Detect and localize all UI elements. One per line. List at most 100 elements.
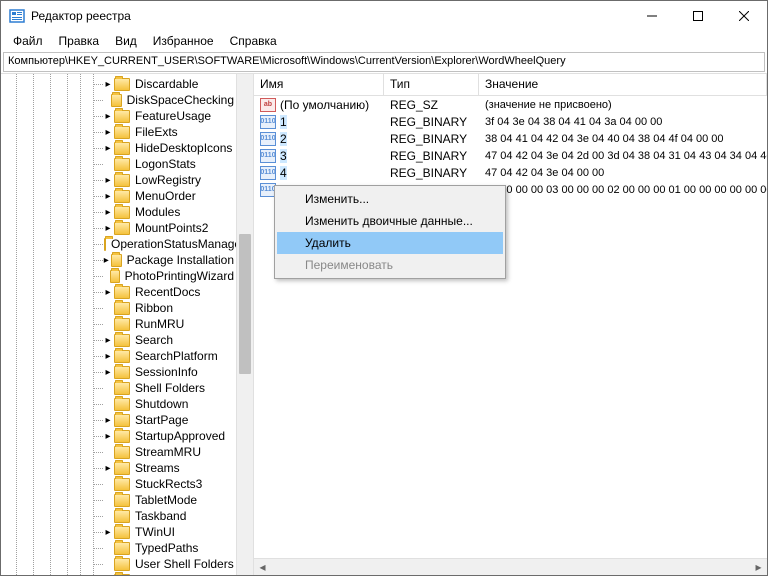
tree-item-label: OperationStatusManager	[109, 237, 236, 251]
menu-help[interactable]: Справка	[222, 32, 285, 50]
folder-icon	[110, 270, 120, 283]
tree-item-search[interactable]: ▸Search	[1, 332, 236, 348]
tree-item-label: Package Installation	[125, 253, 236, 267]
tree-item-package-installation[interactable]: ▸ Package Installation	[1, 252, 236, 268]
main-area: ▸DiscardableDiskSpaceChecking▸FeatureUsa…	[1, 73, 767, 575]
tree-item-diskspacechecking[interactable]: DiskSpaceChecking	[1, 92, 236, 108]
expander-icon[interactable]: ▸	[103, 367, 113, 377]
list-row[interactable]: 01103REG_BINARY47 04 42 04 3e 04 2d 00 3…	[254, 147, 767, 164]
list-h-scrollbar[interactable]: ◂ ▸	[254, 558, 767, 575]
tree-item-streams[interactable]: ▸Streams	[1, 460, 236, 476]
col-header-name[interactable]: Имя	[254, 74, 384, 95]
tree-item-streammru[interactable]: StreamMRU	[1, 444, 236, 460]
expander-icon[interactable]	[103, 383, 113, 393]
list-body[interactable]: ab(По умолчанию)REG_SZ(значение не присв…	[254, 96, 767, 558]
tree-item-featureusage[interactable]: ▸FeatureUsage	[1, 108, 236, 124]
tree-item-discardable[interactable]: ▸Discardable	[1, 76, 236, 92]
tree-item-typedpaths[interactable]: TypedPaths	[1, 540, 236, 556]
tree-item-lowregistry[interactable]: ▸LowRegistry	[1, 172, 236, 188]
expander-icon[interactable]: ▸	[103, 175, 113, 185]
expander-icon[interactable]: ▸	[103, 79, 113, 89]
tree-item-userassist[interactable]: ▸UserAssist	[1, 572, 236, 575]
folder-icon	[114, 206, 130, 219]
expander-icon[interactable]: ▸	[103, 431, 113, 441]
tree-item-user-shell-folders[interactable]: User Shell Folders	[1, 556, 236, 572]
expander-icon[interactable]: ▸	[103, 207, 113, 217]
expander-icon[interactable]: ▸	[103, 111, 113, 121]
expander-icon[interactable]: ▸	[103, 127, 113, 137]
value-name: (По умолчанию)	[280, 98, 369, 112]
tree-scrollbar[interactable]	[236, 74, 253, 575]
tree-item-tabletmode[interactable]: TabletMode	[1, 492, 236, 508]
tree-item-taskband[interactable]: Taskband	[1, 508, 236, 524]
tree-item-sessioninfo[interactable]: ▸SessionInfo	[1, 364, 236, 380]
tree-scroll[interactable]: ▸DiscardableDiskSpaceChecking▸FeatureUsa…	[1, 74, 236, 575]
cm-delete[interactable]: Удалить	[277, 232, 503, 254]
tree-item-label: StartupApproved	[133, 429, 227, 443]
expander-icon[interactable]	[103, 271, 109, 281]
minimize-button[interactable]	[629, 1, 675, 31]
expander-icon[interactable]	[103, 543, 113, 553]
list-row[interactable]: ab(По умолчанию)REG_SZ(значение не присв…	[254, 96, 767, 113]
tree-item-menuorder[interactable]: ▸MenuOrder	[1, 188, 236, 204]
list-row[interactable]: 01102REG_BINARY38 04 41 04 42 04 3e 04 4…	[254, 130, 767, 147]
expander-icon[interactable]	[103, 399, 113, 409]
scroll-right-icon[interactable]: ▸	[750, 559, 767, 576]
cm-rename[interactable]: Переименовать	[277, 254, 503, 276]
tree-item-operationstatusmanager[interactable]: OperationStatusManager	[1, 236, 236, 252]
expander-icon[interactable]: ▸	[103, 223, 113, 233]
expander-icon[interactable]	[103, 319, 113, 329]
expander-icon[interactable]: ▸	[103, 415, 113, 425]
cm-modify-binary[interactable]: Изменить двоичные данные...	[277, 210, 503, 232]
expander-icon[interactable]	[103, 559, 113, 569]
tree-item-shell-folders[interactable]: Shell Folders	[1, 380, 236, 396]
tree-item-label: StartPage	[133, 413, 190, 427]
cm-modify[interactable]: Изменить...	[277, 188, 503, 210]
col-header-type[interactable]: Тип	[384, 74, 479, 95]
tree-item-shutdown[interactable]: Shutdown	[1, 396, 236, 412]
col-header-value[interactable]: Значение	[479, 74, 767, 95]
close-button[interactable]	[721, 1, 767, 31]
expander-icon[interactable]: ▸	[103, 143, 113, 153]
expander-icon[interactable]	[103, 303, 113, 313]
expander-icon[interactable]	[103, 95, 110, 105]
list-row[interactable]: 01104REG_BINARY47 04 42 04 3e 04 00 00	[254, 164, 767, 181]
menu-file[interactable]: Файл	[5, 32, 51, 50]
expander-icon[interactable]: ▸	[103, 191, 113, 201]
tree-item-startpage[interactable]: ▸ StartPage	[1, 412, 236, 428]
tree-item-ribbon[interactable]: Ribbon	[1, 300, 236, 316]
expander-icon[interactable]	[103, 479, 113, 489]
list-row[interactable]: 01101REG_BINARY3f 04 3e 04 38 04 41 04 3…	[254, 113, 767, 130]
tree-item-searchplatform[interactable]: ▸SearchPlatform	[1, 348, 236, 364]
scrollbar-thumb[interactable]	[239, 234, 251, 374]
menu-favorites[interactable]: Избранное	[145, 32, 222, 50]
tree-item-modules[interactable]: ▸Modules	[1, 204, 236, 220]
tree-item-runmru[interactable]: RunMRU	[1, 316, 236, 332]
tree-item-fileexts[interactable]: ▸FileExts	[1, 124, 236, 140]
folder-icon	[114, 318, 130, 331]
tree-item-twinui[interactable]: ▸TWinUI	[1, 524, 236, 540]
expander-icon[interactable]: ▸	[103, 527, 113, 537]
menu-edit[interactable]: Правка	[51, 32, 108, 50]
maximize-button[interactable]	[675, 1, 721, 31]
expander-icon[interactable]: ▸	[103, 287, 113, 297]
tree-item-photoprintingwizard[interactable]: PhotoPrintingWizard	[1, 268, 236, 284]
expander-icon[interactable]	[103, 159, 113, 169]
address-bar[interactable]: Компьютер\HKEY_CURRENT_USER\SOFTWARE\Mic…	[3, 52, 765, 72]
tree-item-logonstats[interactable]: LogonStats	[1, 156, 236, 172]
scroll-left-icon[interactable]: ◂	[254, 559, 271, 576]
expander-icon[interactable]: ▸	[103, 463, 113, 473]
tree-item-recentdocs[interactable]: ▸RecentDocs	[1, 284, 236, 300]
expander-icon[interactable]	[103, 495, 113, 505]
tree-item-mountpoints2[interactable]: ▸MountPoints2	[1, 220, 236, 236]
expander-icon[interactable]: ▸	[103, 351, 113, 361]
expander-icon[interactable]	[103, 447, 113, 457]
expander-icon[interactable]: ▸	[103, 335, 113, 345]
tree-item-stuckrects3[interactable]: StuckRects3	[1, 476, 236, 492]
expander-icon[interactable]	[103, 511, 113, 521]
tree-item-startupapproved[interactable]: ▸ StartupApproved	[1, 428, 236, 444]
menu-view[interactable]: Вид	[107, 32, 145, 50]
folder-icon	[114, 574, 130, 576]
tree-item-hidedesktopicons[interactable]: ▸HideDesktopIcons	[1, 140, 236, 156]
expander-icon[interactable]: ▸	[103, 255, 110, 265]
